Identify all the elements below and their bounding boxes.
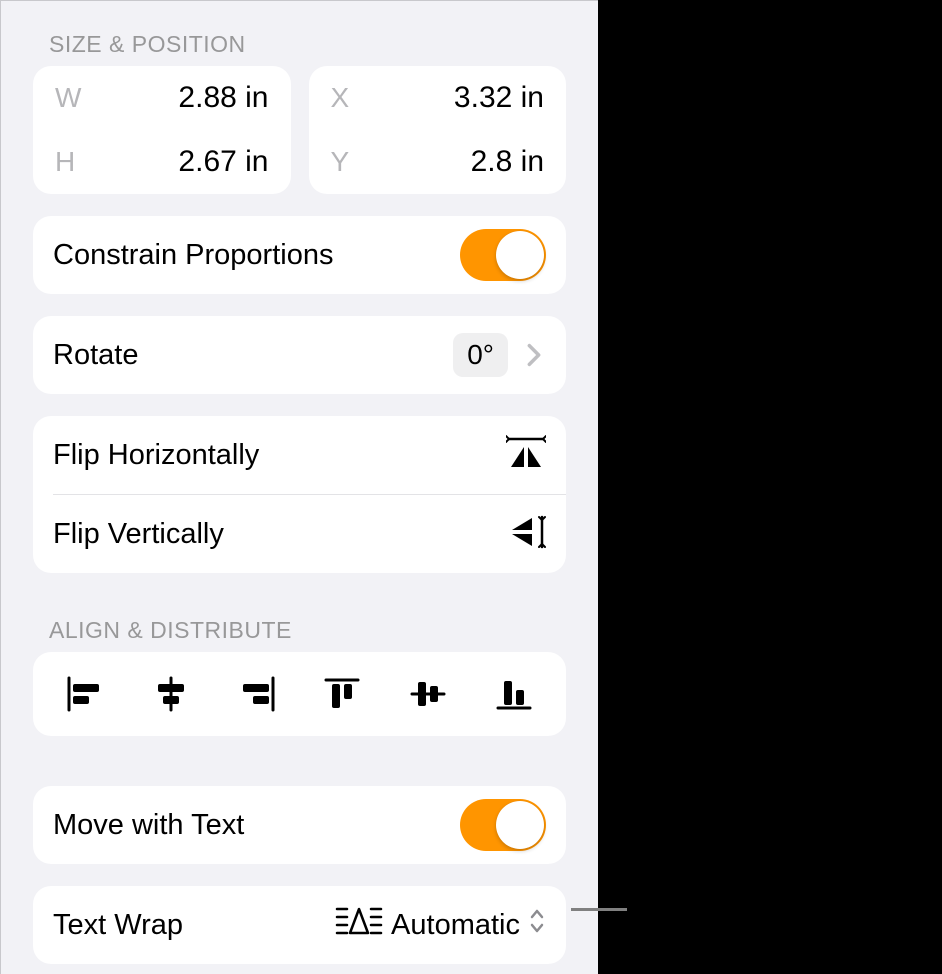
text-wrap-row[interactable]: Text Wrap Automatic [33,886,566,964]
align-top-button[interactable] [312,670,372,718]
height-value: 2.67 in [178,145,268,179]
y-label: Y [331,146,350,178]
constrain-proportions-row[interactable]: Constrain Proportions [33,216,566,294]
text-wrap-label: Text Wrap [53,909,183,942]
flip-horizontal-label: Flip Horizontally [53,439,259,472]
popup-updown-icon [528,907,546,943]
size-position-fields: W 2.88 in H 2.67 in X 3.32 in Y 2.8 in [33,66,566,194]
flip-horizontal-icon [506,434,546,477]
y-value: 2.8 in [471,145,544,179]
align-left-button[interactable] [55,670,115,718]
flip-horizontal-row[interactable]: Flip Horizontally [33,416,566,494]
constrain-proportions-label: Constrain Proportions [53,239,333,272]
arrange-inspector-panel: SIZE & POSITION W 2.88 in H 2.67 in X 3.… [0,0,598,974]
rotate-label: Rotate [53,339,138,372]
text-wrap-value: Automatic [391,909,520,942]
chevron-right-icon [522,341,546,369]
move-with-text-row[interactable]: Move with Text [33,786,566,864]
x-position-field[interactable]: X 3.32 in [309,66,567,130]
callout-leader-line [571,908,627,911]
y-position-field[interactable]: Y 2.8 in [309,130,567,194]
height-field[interactable]: H 2.67 in [33,130,291,194]
align-distribute-buttons [33,652,566,736]
align-center-horizontal-button[interactable] [141,670,201,718]
rotate-value[interactable]: 0° [453,333,508,377]
constrain-proportions-toggle[interactable] [460,229,546,281]
rotate-row[interactable]: Rotate 0° [33,316,566,394]
size-position-section-header: SIZE & POSITION [1,3,598,66]
toggle-knob [496,801,544,849]
x-value: 3.32 in [454,81,544,115]
align-bottom-button[interactable] [484,670,544,718]
height-label: H [55,146,75,178]
x-label: X [331,82,350,114]
align-center-vertical-button[interactable] [398,670,458,718]
width-field[interactable]: W 2.88 in [33,66,291,130]
size-fields-group: W 2.88 in H 2.67 in [33,66,291,194]
text-wrap-automatic-icon [335,905,383,945]
flip-vertical-row[interactable]: Flip Vertically [33,495,566,573]
flip-vertical-icon [506,513,546,556]
width-label: W [55,82,81,114]
flip-vertical-label: Flip Vertically [53,518,224,551]
width-value: 2.88 in [178,81,268,115]
align-right-button[interactable] [227,670,287,718]
toggle-knob [496,231,544,279]
position-fields-group: X 3.32 in Y 2.8 in [309,66,567,194]
move-with-text-toggle[interactable] [460,799,546,851]
move-with-text-label: Move with Text [53,809,244,842]
align-distribute-section-header: ALIGN & DISTRIBUTE [1,573,598,652]
